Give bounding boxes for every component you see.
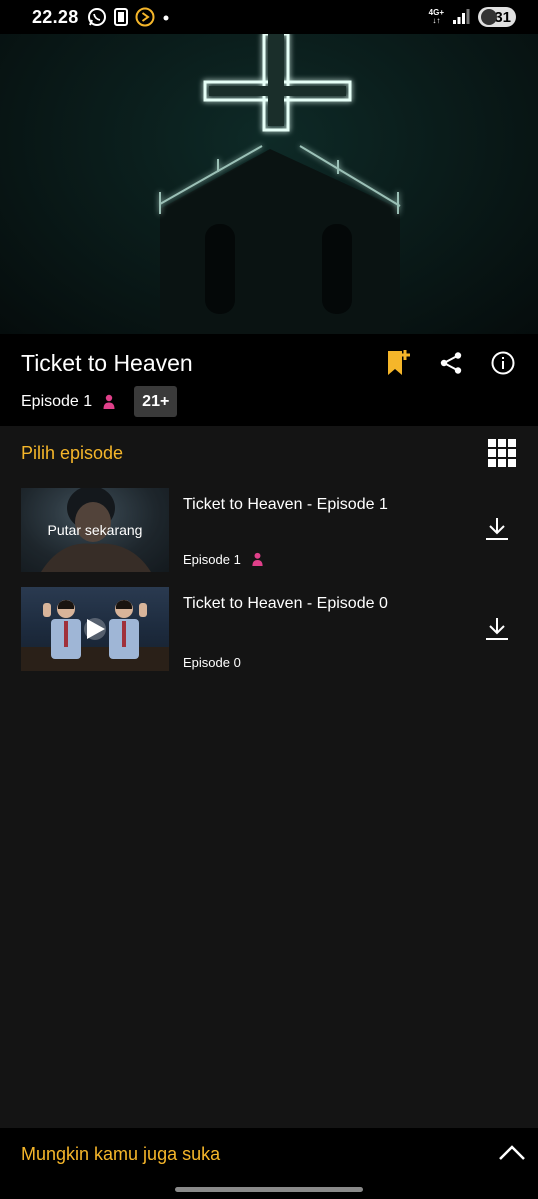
signal-icon bbox=[453, 9, 470, 24]
grid-icon bbox=[488, 439, 496, 447]
status-time: 22.28 bbox=[32, 6, 79, 27]
info-icon bbox=[491, 351, 515, 375]
episode-title: Ticket to Heaven - Episode 0 bbox=[183, 595, 388, 612]
episode-meta: Episode 1 bbox=[183, 552, 264, 567]
person-icon bbox=[103, 394, 115, 409]
battery-indicator: 31 bbox=[478, 7, 516, 27]
episode-title: Ticket to Heaven - Episode 1 bbox=[183, 496, 388, 513]
church-cross-artwork bbox=[159, 34, 401, 334]
show-actions bbox=[386, 350, 516, 376]
show-header: Ticket to Heaven Episode 1 21+ bbox=[0, 334, 538, 426]
info-button[interactable] bbox=[490, 350, 516, 376]
chevron-up-icon[interactable] bbox=[498, 1142, 526, 1162]
bookmark-add-icon bbox=[388, 350, 410, 375]
dot-icon bbox=[163, 15, 169, 21]
age-rating-badge: 21+ bbox=[134, 386, 178, 417]
screenshot-icon bbox=[113, 8, 128, 26]
share-button[interactable] bbox=[438, 350, 464, 376]
episode-list-item[interactable]: Ticket to Heaven - Episode 0 Episode 0 bbox=[0, 587, 538, 672]
play-now-label: Putar sekarang bbox=[21, 488, 169, 572]
network-indicator: 4G+ ↓↑ bbox=[428, 8, 444, 25]
episode-number: Episode 1 bbox=[183, 552, 241, 567]
current-episode-label: Episode 1 bbox=[21, 392, 93, 410]
status-right: 4G+ ↓↑ 31 bbox=[429, 7, 516, 27]
download-button[interactable] bbox=[484, 516, 510, 542]
app-screen: 22.28 4G+ ↓↑ 31 Ticket to Heaven Episode… bbox=[0, 0, 538, 1199]
share-icon bbox=[440, 352, 462, 374]
show-meta-row: Episode 1 21+ bbox=[21, 386, 178, 417]
add-to-watchlist-button[interactable] bbox=[386, 350, 412, 376]
episode-number: Episode 0 bbox=[183, 655, 241, 670]
hero-image[interactable] bbox=[0, 34, 538, 334]
show-title: Ticket to Heaven bbox=[21, 350, 193, 376]
home-indicator[interactable] bbox=[175, 1187, 363, 1192]
person-icon bbox=[252, 552, 263, 566]
recommendations-title: Mungkin kamu juga suka bbox=[21, 1144, 221, 1164]
episode-grid-button[interactable] bbox=[488, 439, 516, 467]
download-icon bbox=[486, 518, 508, 540]
battery-saver-icon bbox=[481, 9, 497, 25]
download-icon bbox=[486, 618, 508, 640]
play-icon bbox=[87, 619, 105, 639]
download-button[interactable] bbox=[484, 616, 510, 642]
episode-list-item[interactable]: Putar sekarang Ticket to Heaven - Episod… bbox=[0, 488, 538, 573]
episodes-section-title: Pilih episode bbox=[21, 443, 124, 463]
episode-thumbnail[interactable]: Putar sekarang bbox=[21, 488, 169, 572]
notification-icons bbox=[87, 7, 172, 27]
episode-thumbnail[interactable] bbox=[21, 587, 169, 671]
media-play-icon bbox=[135, 7, 155, 27]
episode-meta: Episode 0 bbox=[183, 655, 241, 670]
episodes-header: Pilih episode bbox=[0, 436, 538, 472]
whatsapp-icon bbox=[87, 8, 106, 26]
status-bar: 22.28 4G+ ↓↑ 31 bbox=[0, 0, 538, 34]
